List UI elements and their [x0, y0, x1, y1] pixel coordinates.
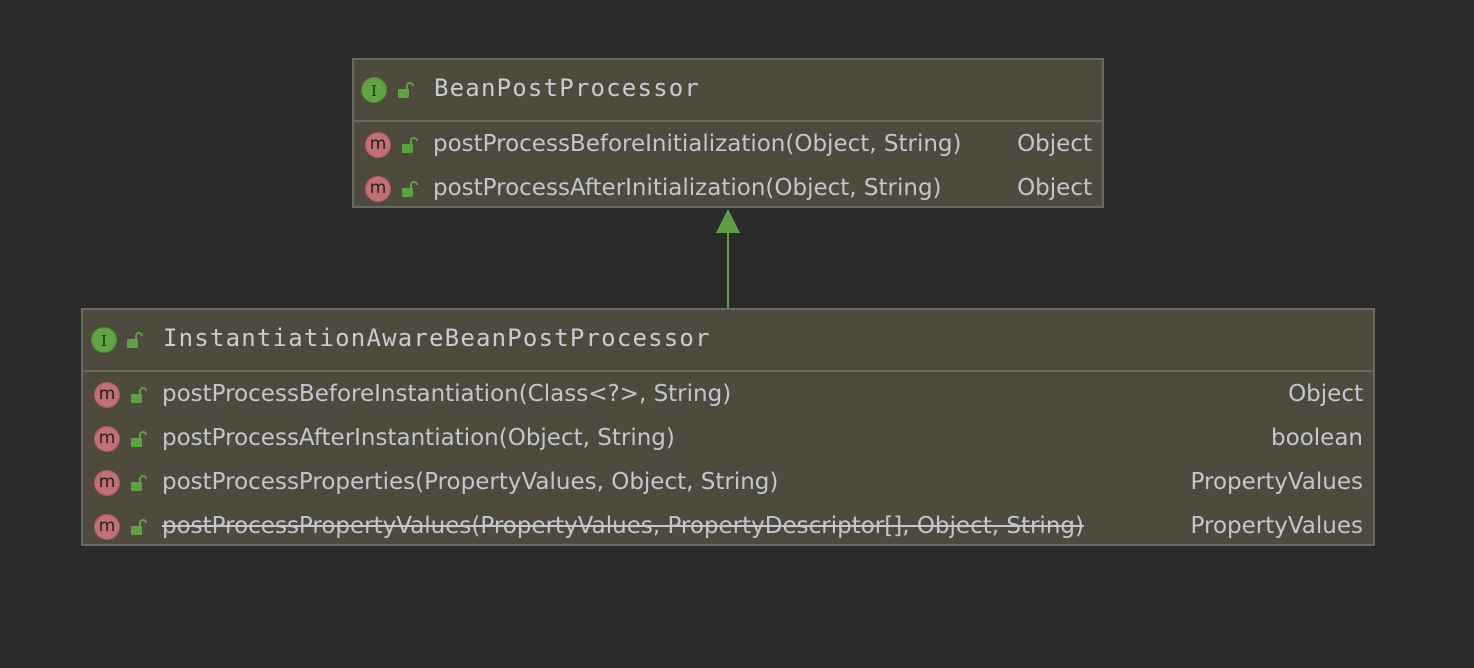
method-icon: m: [94, 514, 120, 540]
class-header: I InstantiationAwareBeanPostProcessor: [83, 310, 1373, 372]
method-return-type: Object: [1288, 381, 1363, 407]
method-row[interactable]: m postProcessBeforeInstantiation(Class<?…: [83, 374, 1373, 418]
method-row-deprecated[interactable]: m postProcessPropertyValues(PropertyValu…: [83, 506, 1373, 550]
public-lock-icon: [129, 474, 147, 492]
method-signature: postProcessProperties(PropertyValues, Ob…: [162, 469, 779, 495]
method-icon: m: [94, 382, 120, 408]
public-lock-icon: [125, 331, 143, 349]
method-signature-deprecated: postProcessPropertyValues(PropertyValues…: [162, 513, 1084, 539]
method-row[interactable]: m postProcessAfterInstantiation(Object, …: [83, 418, 1373, 462]
public-lock-icon: [129, 430, 147, 448]
interface-icon: I: [91, 327, 117, 353]
method-row[interactable]: m postProcessProperties(PropertyValues, …: [83, 462, 1373, 506]
method-signature: postProcessBeforeInstantiation(Class<?>,…: [162, 381, 732, 407]
public-lock-icon: [129, 518, 147, 536]
public-lock-icon: [129, 386, 147, 404]
method-return-type: PropertyValues: [1190, 469, 1363, 495]
class-name: InstantiationAwareBeanPostProcessor: [163, 324, 711, 352]
arrow-head: [716, 209, 740, 233]
method-return-type: PropertyValues: [1190, 513, 1363, 539]
method-icon: m: [94, 470, 120, 496]
method-signature: postProcessAfterInstantiation(Object, St…: [162, 425, 675, 451]
method-return-type: boolean: [1271, 425, 1363, 451]
method-icon: m: [94, 426, 120, 452]
class-box-instantiation-aware-bean-post-processor[interactable]: I InstantiationAwareBeanPostProcessor m …: [81, 308, 1375, 546]
